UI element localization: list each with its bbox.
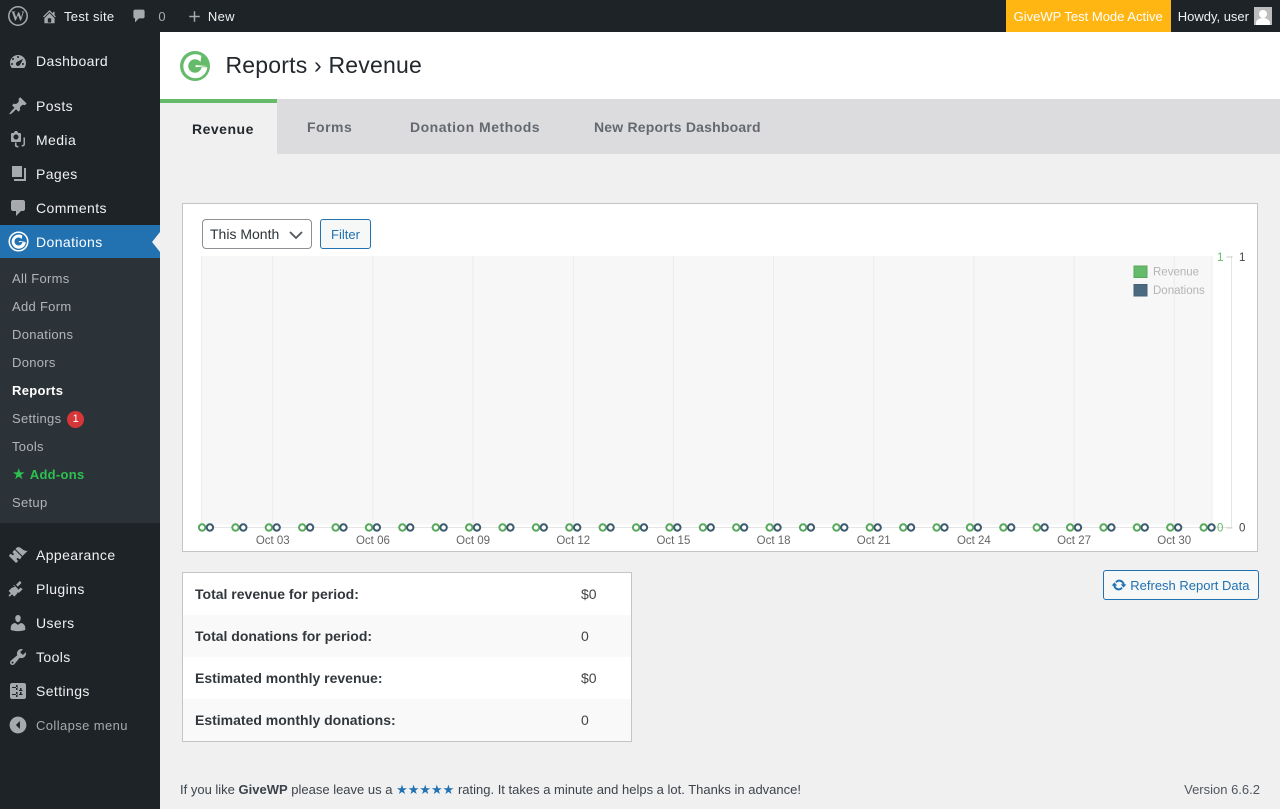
svg-text:0: 0 xyxy=(1217,523,1223,535)
svg-text:Oct 06: Oct 06 xyxy=(356,535,390,547)
svg-text:Oct 15: Oct 15 xyxy=(656,535,690,547)
svg-text:Oct 09: Oct 09 xyxy=(456,535,490,547)
svg-text:Oct 18: Oct 18 xyxy=(757,535,791,547)
svg-text:Oct 24: Oct 24 xyxy=(957,535,991,547)
svg-text:1: 1 xyxy=(1217,252,1223,264)
svg-text:1: 1 xyxy=(1239,252,1245,264)
svg-text:Oct 27: Oct 27 xyxy=(1057,535,1091,547)
svg-text:Oct 21: Oct 21 xyxy=(857,535,891,547)
svg-text:Oct 30: Oct 30 xyxy=(1157,535,1191,547)
svg-text:Oct 12: Oct 12 xyxy=(556,535,590,547)
svg-text:0: 0 xyxy=(1239,523,1245,535)
svg-text:Donations: Donations xyxy=(1153,285,1205,297)
svg-text:W: W xyxy=(11,9,25,24)
svg-text:Revenue: Revenue xyxy=(1153,267,1199,279)
svg-text:Oct 03: Oct 03 xyxy=(256,535,290,547)
